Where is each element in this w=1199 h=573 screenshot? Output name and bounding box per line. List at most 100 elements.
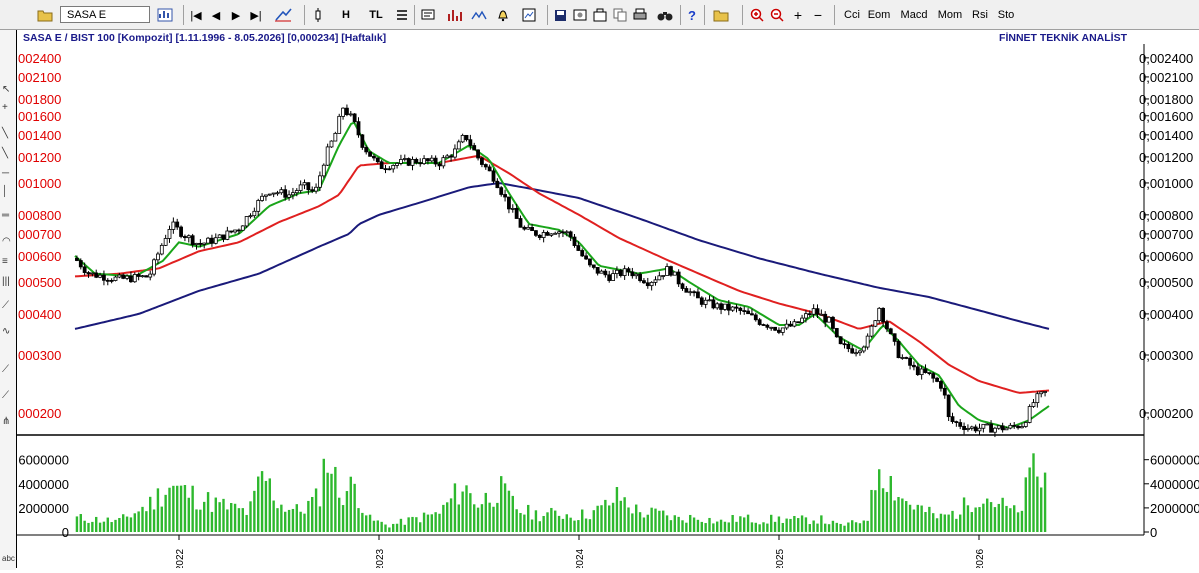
volume-bar: [970, 512, 973, 532]
open-template-icon[interactable]: [710, 6, 732, 24]
volume-bar: [1032, 453, 1035, 532]
indicator-button-rsi[interactable]: Rsi: [970, 6, 990, 24]
indicator-icon[interactable]: [444, 6, 466, 24]
volume-bar: [519, 512, 522, 532]
fan-icon[interactable]: ⟋: [2, 300, 14, 312]
vline-icon[interactable]: │: [2, 186, 14, 198]
volume-bar: [897, 497, 900, 532]
volume-bar: [982, 503, 985, 532]
alarm-bell-icon[interactable]: [492, 6, 514, 24]
price-tick-label-left: 000400: [18, 307, 61, 322]
help-icon[interactable]: ?: [684, 6, 700, 24]
prev-button[interactable]: ◀: [208, 6, 224, 24]
candle-body: [973, 426, 978, 432]
candle-body: [510, 208, 515, 210]
volume-bar: [746, 514, 750, 532]
volume-bar: [230, 502, 233, 532]
hline-icon[interactable]: ─: [2, 168, 14, 180]
volume-bar: [365, 515, 368, 532]
cursor-icon[interactable]: ↖: [2, 84, 14, 96]
fibonacci-icon[interactable]: ≡: [2, 256, 14, 268]
candle-body: [696, 291, 700, 299]
comment-icon[interactable]: [420, 6, 436, 24]
chart-title: SASA E / BIST 100 [Kompozit] [1.11.1996 …: [23, 32, 386, 44]
compare-icon[interactable]: [470, 6, 488, 24]
candle-icon[interactable]: [310, 6, 326, 24]
candle-body: [418, 162, 423, 165]
candle-body: [287, 194, 291, 198]
volume-bar: [851, 520, 854, 532]
zoom-out-icon[interactable]: [768, 6, 786, 24]
volume-bar: [95, 516, 98, 532]
h-button[interactable]: H: [338, 6, 354, 24]
candle-body: [152, 259, 156, 275]
tl-button[interactable]: TL: [366, 6, 386, 24]
indicator-button-mom[interactable]: Mom: [936, 6, 964, 24]
volume-bar: [245, 514, 248, 532]
chart-canvas[interactable]: SASA E / BIST 100 [Kompozit] [1.11.1996 …: [17, 30, 1199, 571]
settings-icon[interactable]: [592, 6, 608, 24]
volume-bar: [642, 517, 646, 532]
zoom-in-icon[interactable]: [748, 6, 766, 24]
volume-bar: [831, 520, 835, 532]
channel-icon[interactable]: ═: [2, 210, 14, 222]
properties-icon[interactable]: [572, 6, 588, 24]
candle-body: [217, 234, 222, 239]
candle-body: [125, 275, 129, 279]
gann-icon[interactable]: |||: [2, 276, 14, 288]
candle-body: [877, 307, 882, 322]
next-button[interactable]: ▶: [228, 6, 244, 24]
minus-icon[interactable]: −: [810, 6, 826, 24]
volume-bar: [793, 515, 796, 532]
candle-body: [815, 308, 820, 315]
crosshair-icon[interactable]: +: [2, 102, 14, 114]
volume-bar: [758, 524, 761, 532]
list-icon[interactable]: [394, 6, 410, 24]
copy-icon[interactable]: [612, 6, 628, 24]
symbol-input[interactable]: SASA E: [60, 6, 150, 23]
first-button[interactable]: |◀: [188, 6, 204, 24]
wave-icon[interactable]: ⟋: [2, 364, 14, 376]
indicator-button-sto[interactable]: Sto: [996, 6, 1016, 24]
moving-averages: [74, 121, 1050, 429]
print-icon[interactable]: [632, 6, 648, 24]
candle-body: [102, 274, 106, 281]
chart-type-icon[interactable]: [154, 6, 176, 24]
draw-line-icon[interactable]: [272, 6, 294, 24]
volume-bar: [476, 507, 480, 532]
zoom-box-icon[interactable]: [518, 6, 540, 24]
trendline-icon[interactable]: ╲: [2, 128, 14, 140]
binoculars-icon[interactable]: [656, 6, 674, 24]
candle-body: [476, 149, 480, 159]
speed-lines-icon[interactable]: ⟋: [2, 390, 14, 402]
indicator-button-eom[interactable]: Eom: [866, 6, 892, 24]
volume-bar: [203, 501, 206, 532]
volume-bar: [719, 519, 723, 532]
candle-body: [561, 231, 565, 234]
indicator-button-cci[interactable]: Cci: [842, 6, 862, 24]
pitchfork-icon[interactable]: ⋔: [2, 416, 14, 428]
last-button[interactable]: ▶|: [248, 6, 264, 24]
volume-bar: [338, 497, 341, 532]
volume-bar: [658, 510, 661, 532]
cycle-icon[interactable]: ∿: [2, 326, 14, 338]
candle-body: [148, 273, 153, 278]
candle-body: [244, 216, 249, 227]
volume-bar: [839, 523, 842, 532]
indicator-button-macd[interactable]: Macd: [898, 6, 930, 24]
price-tick-label-left: 000500: [18, 275, 61, 290]
ray-icon[interactable]: ╲: [2, 148, 14, 160]
text-tool-icon[interactable]: abc: [2, 554, 15, 566]
save-icon[interactable]: [552, 6, 568, 24]
candle-body: [996, 425, 1001, 429]
plus-icon[interactable]: +: [790, 6, 806, 24]
price-tick-label-left: 000800: [18, 208, 61, 223]
candle-body: [252, 210, 257, 217]
candle-body: [507, 196, 511, 210]
volume-bar: [183, 485, 187, 532]
open-folder-icon[interactable]: [36, 6, 54, 24]
candle-body: [325, 146, 330, 166]
candle-body: [260, 195, 264, 201]
candle-body: [827, 316, 831, 323]
arc-icon[interactable]: ◠: [2, 236, 14, 248]
